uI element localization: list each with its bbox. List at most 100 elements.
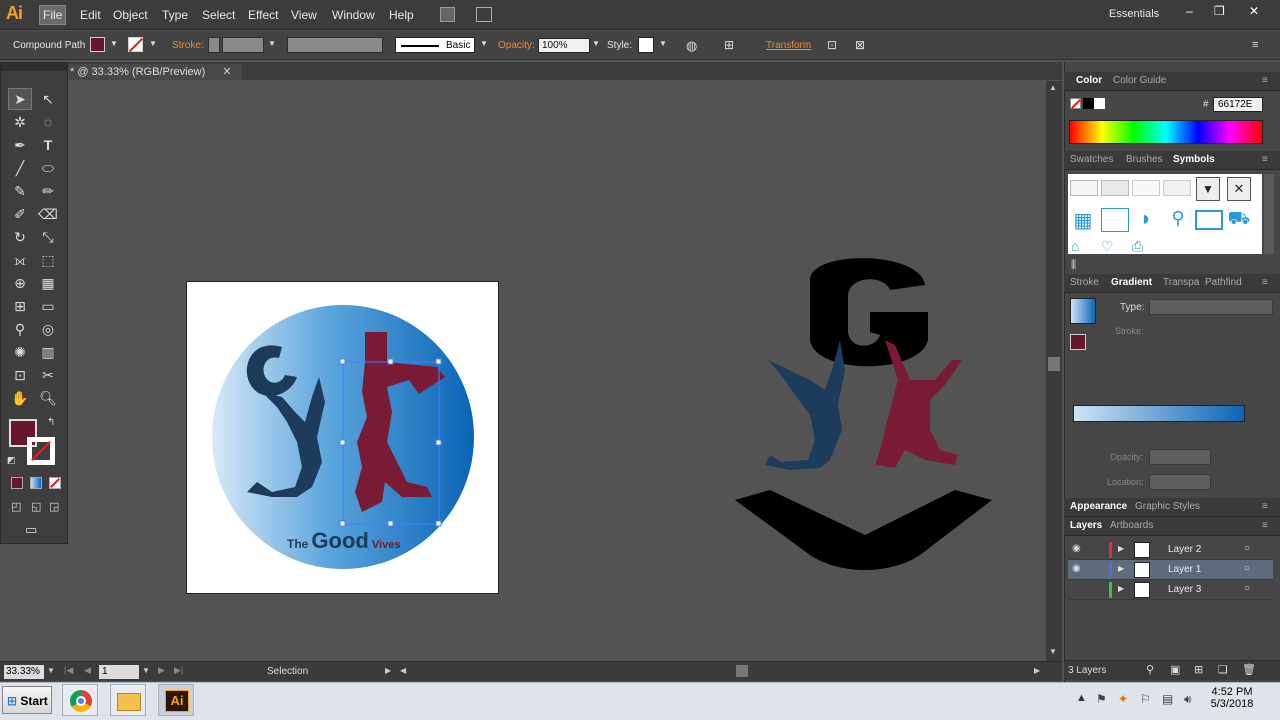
swap-colors-icon[interactable]: ↰ bbox=[47, 417, 55, 428]
lasso-tool-icon[interactable]: ◌ bbox=[37, 112, 59, 132]
eye-icon[interactable]: ◉ bbox=[1072, 563, 1081, 574]
gradient-tool-icon[interactable]: ▭ bbox=[37, 296, 59, 316]
transform-link[interactable]: Transform bbox=[766, 40, 811, 51]
clipping-mask-icon[interactable]: ▣ bbox=[1170, 663, 1180, 676]
horizontal-scroll-thumb[interactable] bbox=[736, 665, 748, 677]
menu-type[interactable]: Type bbox=[160, 8, 190, 22]
eyedropper-tool-icon[interactable]: ⚲ bbox=[9, 319, 31, 339]
zoom-tool-icon[interactable]: 🔍︎ bbox=[37, 388, 59, 408]
trash-icon[interactable]: 🗑︎ bbox=[1242, 663, 1256, 676]
menu-window[interactable]: Window bbox=[330, 8, 377, 22]
tab-swatches[interactable]: Swatches bbox=[1070, 154, 1113, 165]
panel-menu-icon[interactable]: ≡ bbox=[1262, 501, 1268, 512]
vertical-scroll-thumb[interactable] bbox=[1048, 357, 1060, 371]
panel-menu-icon[interactable]: ≡ bbox=[1262, 520, 1268, 531]
start-button[interactable]: ⊞ Start bbox=[2, 686, 52, 714]
gradient-thumbnail[interactable] bbox=[1070, 298, 1096, 324]
symbol-item[interactable] bbox=[1101, 180, 1129, 196]
gradient-mode-icon[interactable] bbox=[30, 477, 42, 489]
window-symbol-icon[interactable] bbox=[1101, 208, 1129, 232]
selection-tool-icon[interactable]: ➤ bbox=[8, 88, 32, 110]
perspective-grid-tool-icon[interactable]: ▦ bbox=[37, 273, 59, 293]
workspace-switcher[interactable]: Essentials bbox=[1107, 8, 1161, 20]
stroke-stepper[interactable] bbox=[208, 37, 220, 53]
menu-object[interactable]: Object bbox=[111, 8, 150, 22]
tab-stroke[interactable]: Stroke bbox=[1070, 277, 1099, 288]
network-icon[interactable]: ▤ bbox=[1162, 692, 1173, 706]
tab-color[interactable]: Color bbox=[1076, 75, 1102, 86]
none-color-icon[interactable] bbox=[1070, 98, 1081, 109]
last-artboard-icon[interactable]: ▶| bbox=[174, 665, 183, 676]
panel-menu-icon[interactable]: ≡ bbox=[1262, 75, 1268, 86]
chevron-down-icon[interactable]: ▼ bbox=[47, 666, 55, 675]
zoom-input[interactable]: 33.33% bbox=[4, 665, 44, 679]
line-tool-icon[interactable]: ╱ bbox=[9, 158, 31, 178]
chevron-down-icon[interactable]: ▼ bbox=[1196, 177, 1220, 201]
current-tool-status[interactable]: Selection bbox=[267, 666, 308, 677]
fill-swatch[interactable] bbox=[90, 37, 105, 52]
draw-inside-icon[interactable]: ◲ bbox=[49, 500, 59, 513]
layer-name[interactable]: Layer 2 bbox=[1168, 544, 1201, 555]
bridge-icon[interactable] bbox=[440, 7, 455, 22]
isolate-icon[interactable]: ⊡ bbox=[827, 38, 837, 52]
gradient-type-dropdown[interactable] bbox=[1149, 299, 1273, 315]
graphic-style-swatch[interactable] bbox=[638, 37, 654, 53]
color-spectrum[interactable] bbox=[1069, 120, 1263, 144]
menu-file[interactable]: File bbox=[38, 5, 67, 25]
recolor-artwork-icon[interactable]: ◍ bbox=[686, 38, 697, 54]
stroke-weight-input[interactable] bbox=[222, 37, 264, 53]
tab-appearance[interactable]: Appearance bbox=[1070, 501, 1127, 512]
magic-wand-tool-icon[interactable]: ✲ bbox=[9, 112, 31, 132]
menu-view[interactable]: View bbox=[289, 8, 319, 22]
menu-help[interactable]: Help bbox=[387, 8, 416, 22]
direct-selection-tool-icon[interactable]: ↖ bbox=[37, 89, 59, 109]
stroke-swatch[interactable] bbox=[128, 37, 144, 53]
draft-artwork[interactable] bbox=[730, 250, 1000, 575]
rotate-tool-icon[interactable]: ↻ bbox=[9, 227, 31, 247]
artboard-tool-icon[interactable]: ⊡ bbox=[9, 365, 31, 385]
toggle-symbol-icon[interactable] bbox=[1195, 210, 1223, 230]
menu-effect[interactable]: Effect bbox=[246, 8, 280, 22]
symbol-item[interactable] bbox=[1163, 180, 1191, 196]
color-mode-icon[interactable] bbox=[11, 477, 23, 489]
gradient-fill-box[interactable] bbox=[1070, 334, 1086, 350]
chevron-down-icon[interactable]: ▼ bbox=[659, 39, 667, 48]
shape-builder-tool-icon[interactable]: ⊕ bbox=[9, 273, 31, 293]
make-envelope-icon[interactable]: ⊠ bbox=[855, 38, 865, 52]
ellipse-tool-icon[interactable]: ⬭ bbox=[37, 158, 59, 178]
chevron-down-icon[interactable]: ▼ bbox=[142, 666, 150, 675]
tab-pathfinder[interactable]: Pathfind bbox=[1205, 277, 1242, 288]
taskbar-chrome[interactable] bbox=[62, 684, 98, 716]
expand-arrow-icon[interactable]: ▶ bbox=[1118, 584, 1124, 593]
pen-tool-icon[interactable]: ✒ bbox=[9, 135, 31, 155]
search-icon[interactable]: ⚲ bbox=[1165, 208, 1191, 232]
vertical-scrollbar[interactable]: ▲ ▼ bbox=[1046, 81, 1062, 661]
next-artboard-icon[interactable]: ▶ bbox=[158, 665, 165, 676]
width-tool-icon[interactable]: ⟗ bbox=[9, 250, 31, 270]
gradient-location-input[interactable] bbox=[1149, 474, 1211, 490]
artboard-number-input[interactable]: 1 bbox=[99, 665, 139, 679]
scroll-right-icon[interactable]: ▶ bbox=[1034, 666, 1040, 675]
default-colors-icon[interactable]: ◩ bbox=[7, 455, 16, 466]
eye-icon[interactable]: ◉ bbox=[1072, 543, 1081, 554]
tab-artboards[interactable]: Artboards bbox=[1110, 520, 1153, 531]
scroll-up-icon[interactable]: ▲ bbox=[1049, 83, 1057, 92]
rss-icon[interactable]: ◗ bbox=[1133, 208, 1159, 232]
tray-icon[interactable]: ✦ bbox=[1118, 692, 1128, 706]
layer-row[interactable]: ▶ Layer 3 ○ bbox=[1068, 580, 1273, 600]
chevron-down-icon[interactable]: ▼ bbox=[480, 39, 488, 48]
scale-tool-icon[interactable]: ⤡ bbox=[37, 227, 59, 247]
variable-width-dropdown[interactable] bbox=[287, 37, 383, 53]
panel-menu-icon[interactable]: ≡ bbox=[1262, 154, 1268, 165]
gradient-opacity-input[interactable] bbox=[1149, 449, 1211, 465]
close-icon[interactable]: ✕ bbox=[1249, 4, 1259, 18]
symbols-scrollbar[interactable] bbox=[1264, 174, 1274, 254]
chevron-down-icon[interactable]: ▼ bbox=[268, 39, 276, 48]
paintbrush-tool-icon[interactable]: ✎ bbox=[9, 181, 31, 201]
symbol-item[interactable] bbox=[1132, 180, 1160, 196]
brush-dropdown[interactable]: Basic bbox=[395, 37, 475, 53]
gradient-slider[interactable] bbox=[1073, 405, 1245, 422]
pencil-tool-icon[interactable]: ✏ bbox=[37, 181, 59, 201]
stroke-label[interactable]: Stroke: bbox=[172, 40, 204, 51]
cart-icon[interactable]: ⛟ bbox=[1226, 208, 1252, 232]
